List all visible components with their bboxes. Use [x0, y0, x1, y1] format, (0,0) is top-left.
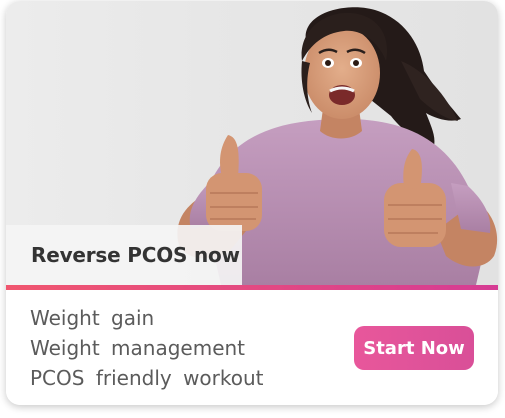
feature-item-weight-gain: Weight gain [30, 306, 155, 330]
feature-panel: Weight gain Weight management PCOS frien… [6, 290, 498, 405]
tagline-text: Reverse PCOS now [31, 243, 240, 267]
feature-item-pcos-workout: PCOS friendly workout [30, 366, 264, 390]
feature-item-weight-management: Weight management [30, 336, 246, 360]
promo-card[interactable]: Reverse PCOS now Weight gain Weight mana… [6, 1, 498, 405]
tagline-box: Reverse PCOS now [6, 225, 242, 285]
feature-list: Weight gain Weight management PCOS frien… [30, 303, 264, 393]
hero-image-area: Reverse PCOS now [6, 1, 498, 285]
start-now-button[interactable]: Start Now [354, 326, 474, 370]
